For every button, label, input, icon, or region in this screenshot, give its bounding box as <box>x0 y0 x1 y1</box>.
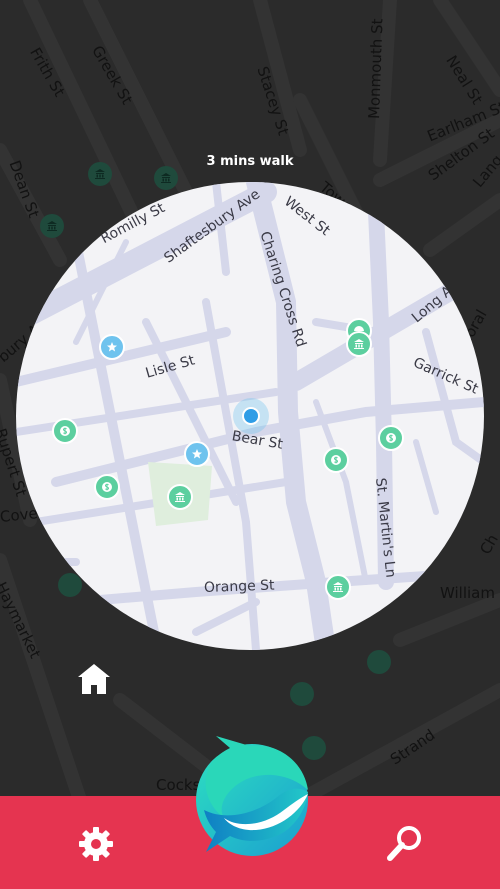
money-icon[interactable] <box>378 425 404 451</box>
money-icon[interactable] <box>52 418 78 444</box>
money-icon[interactable] <box>323 447 349 473</box>
star-icon[interactable] <box>184 441 210 467</box>
home-icon[interactable] <box>76 660 112 696</box>
bank-icon[interactable] <box>167 484 193 510</box>
bank-icon[interactable] <box>346 331 372 357</box>
star-icon[interactable] <box>99 334 125 360</box>
street-label: Orange St <box>203 577 275 596</box>
bank-icon <box>367 650 391 674</box>
search-icon[interactable] <box>385 823 425 863</box>
app-logo-icon[interactable] <box>188 732 316 860</box>
bank-icon[interactable] <box>325 574 351 600</box>
money-icon[interactable] <box>94 474 120 500</box>
current-location-dot <box>242 407 260 425</box>
bank-icon <box>290 682 314 706</box>
walk-time-label: 3 mins walk <box>206 154 294 169</box>
street-label: Monmouth St <box>365 18 387 120</box>
gear-icon[interactable] <box>77 825 115 863</box>
